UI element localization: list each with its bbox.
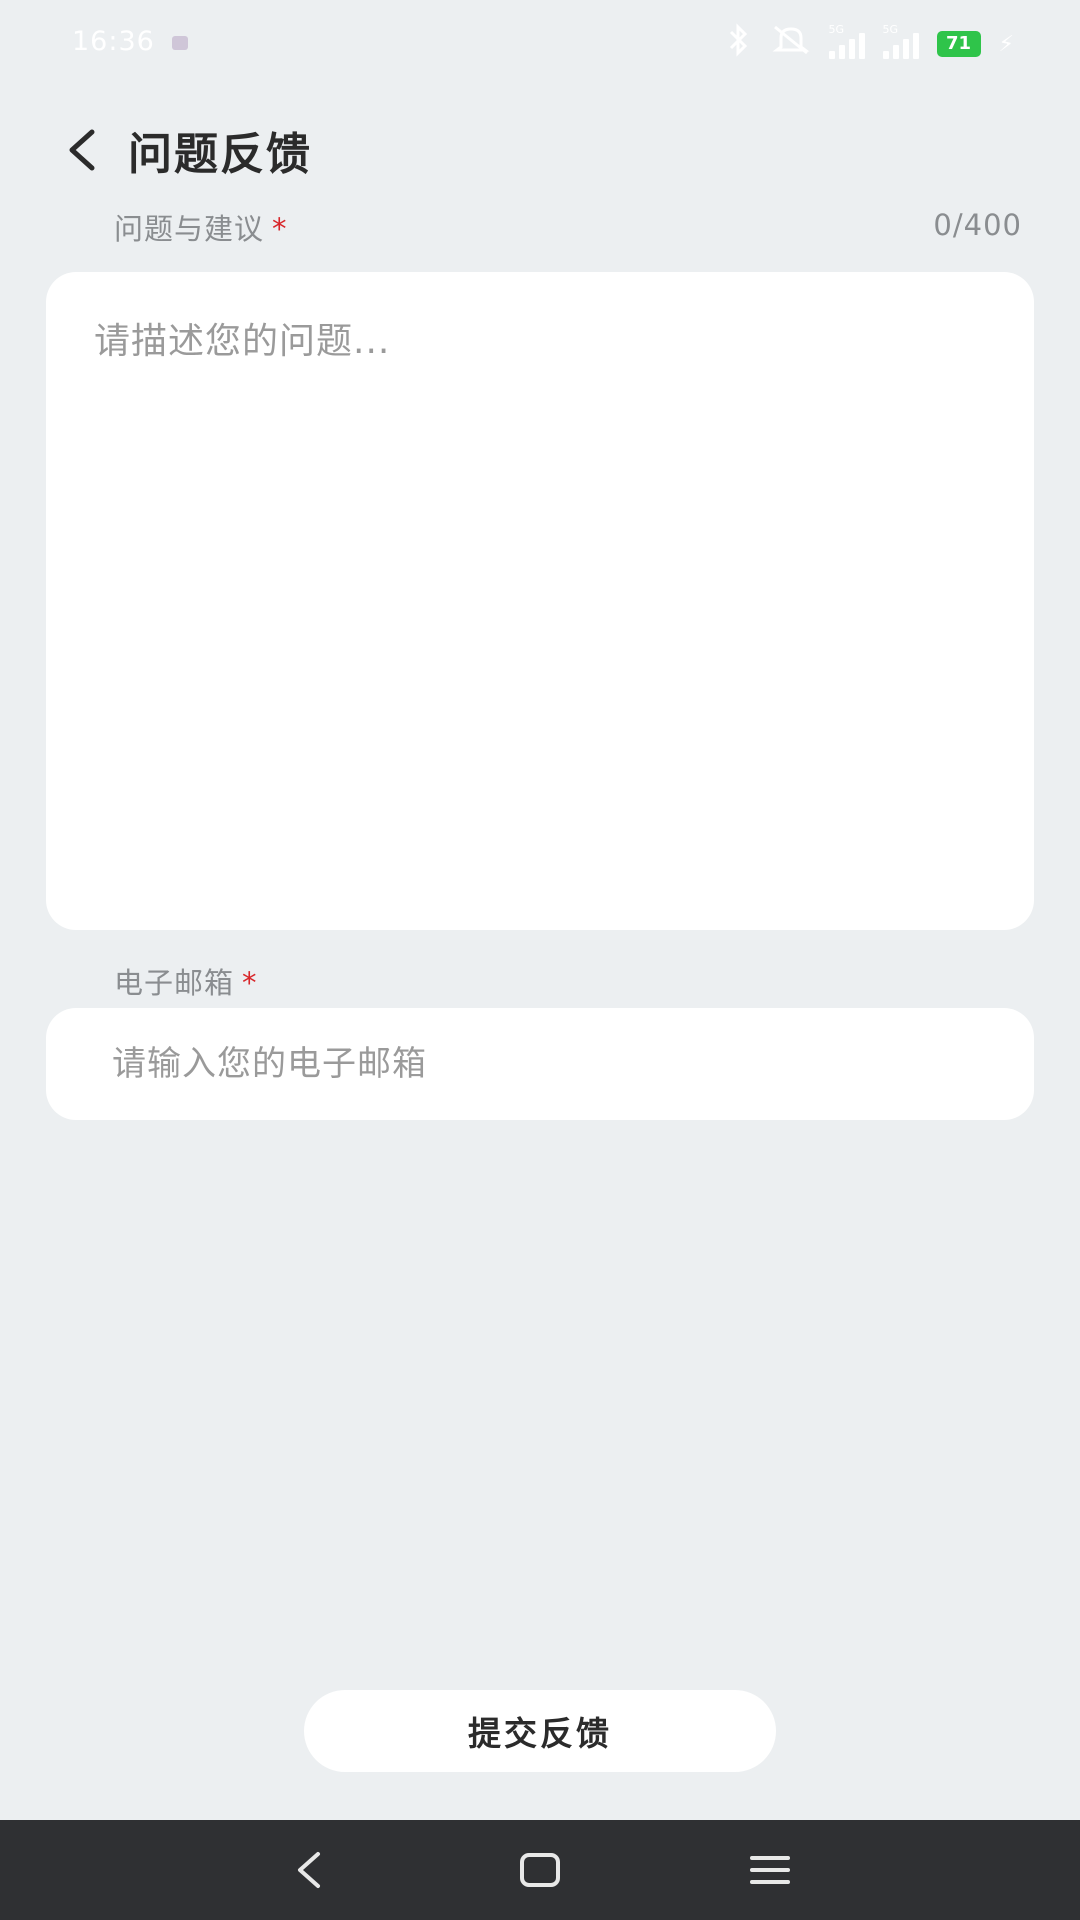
navigation-bar [0,1820,1080,1920]
char-counter: 0/400 [933,208,1022,242]
nav-back-icon [298,1852,320,1888]
email-input[interactable] [46,1008,1034,1120]
email-label-text: 电子邮箱 [114,966,235,1000]
nav-menu-icon [750,1856,790,1884]
status-time: 16:36 [72,26,155,57]
back-button[interactable] [58,124,110,176]
required-mark: * [272,212,288,246]
email-card [46,1008,1034,1120]
battery-indicator: 71 [936,31,981,57]
status-icons: 5G 5G 71 ⚡ [725,22,1014,62]
mute-icon [771,23,811,66]
submit-feedback-button[interactable]: 提交反馈 [304,1690,776,1772]
charging-icon: ⚡ [998,31,1014,57]
required-mark: * [242,966,258,1000]
problem-label-text: 问题与建议 [114,212,265,246]
chevron-left-icon [69,129,95,171]
nav-menu-button[interactable] [742,1842,798,1898]
bluetooth-icon [725,22,753,66]
problem-label: 问题与建议 * [114,206,288,248]
nav-home-icon [520,1853,560,1887]
nav-back-button[interactable] [282,1842,338,1898]
problem-textarea[interactable] [46,272,1034,930]
signal-icon-1: 5G [828,23,865,59]
header: 问题反馈 [0,110,1080,190]
feedback-screen: 16:36 5G 5G 71 ⚡ 问题反馈 问题与建议 * 0/400 请描述您… [0,0,1080,1920]
page-title: 问题反馈 [128,129,312,180]
problem-textarea-card [46,272,1034,930]
status-bar: 16:36 5G 5G 71 ⚡ [0,0,1080,90]
nav-home-button[interactable] [512,1842,568,1898]
notification-icon [172,36,188,50]
email-label: 电子邮箱 * [114,960,258,1002]
signal-icon-2: 5G [882,23,919,59]
